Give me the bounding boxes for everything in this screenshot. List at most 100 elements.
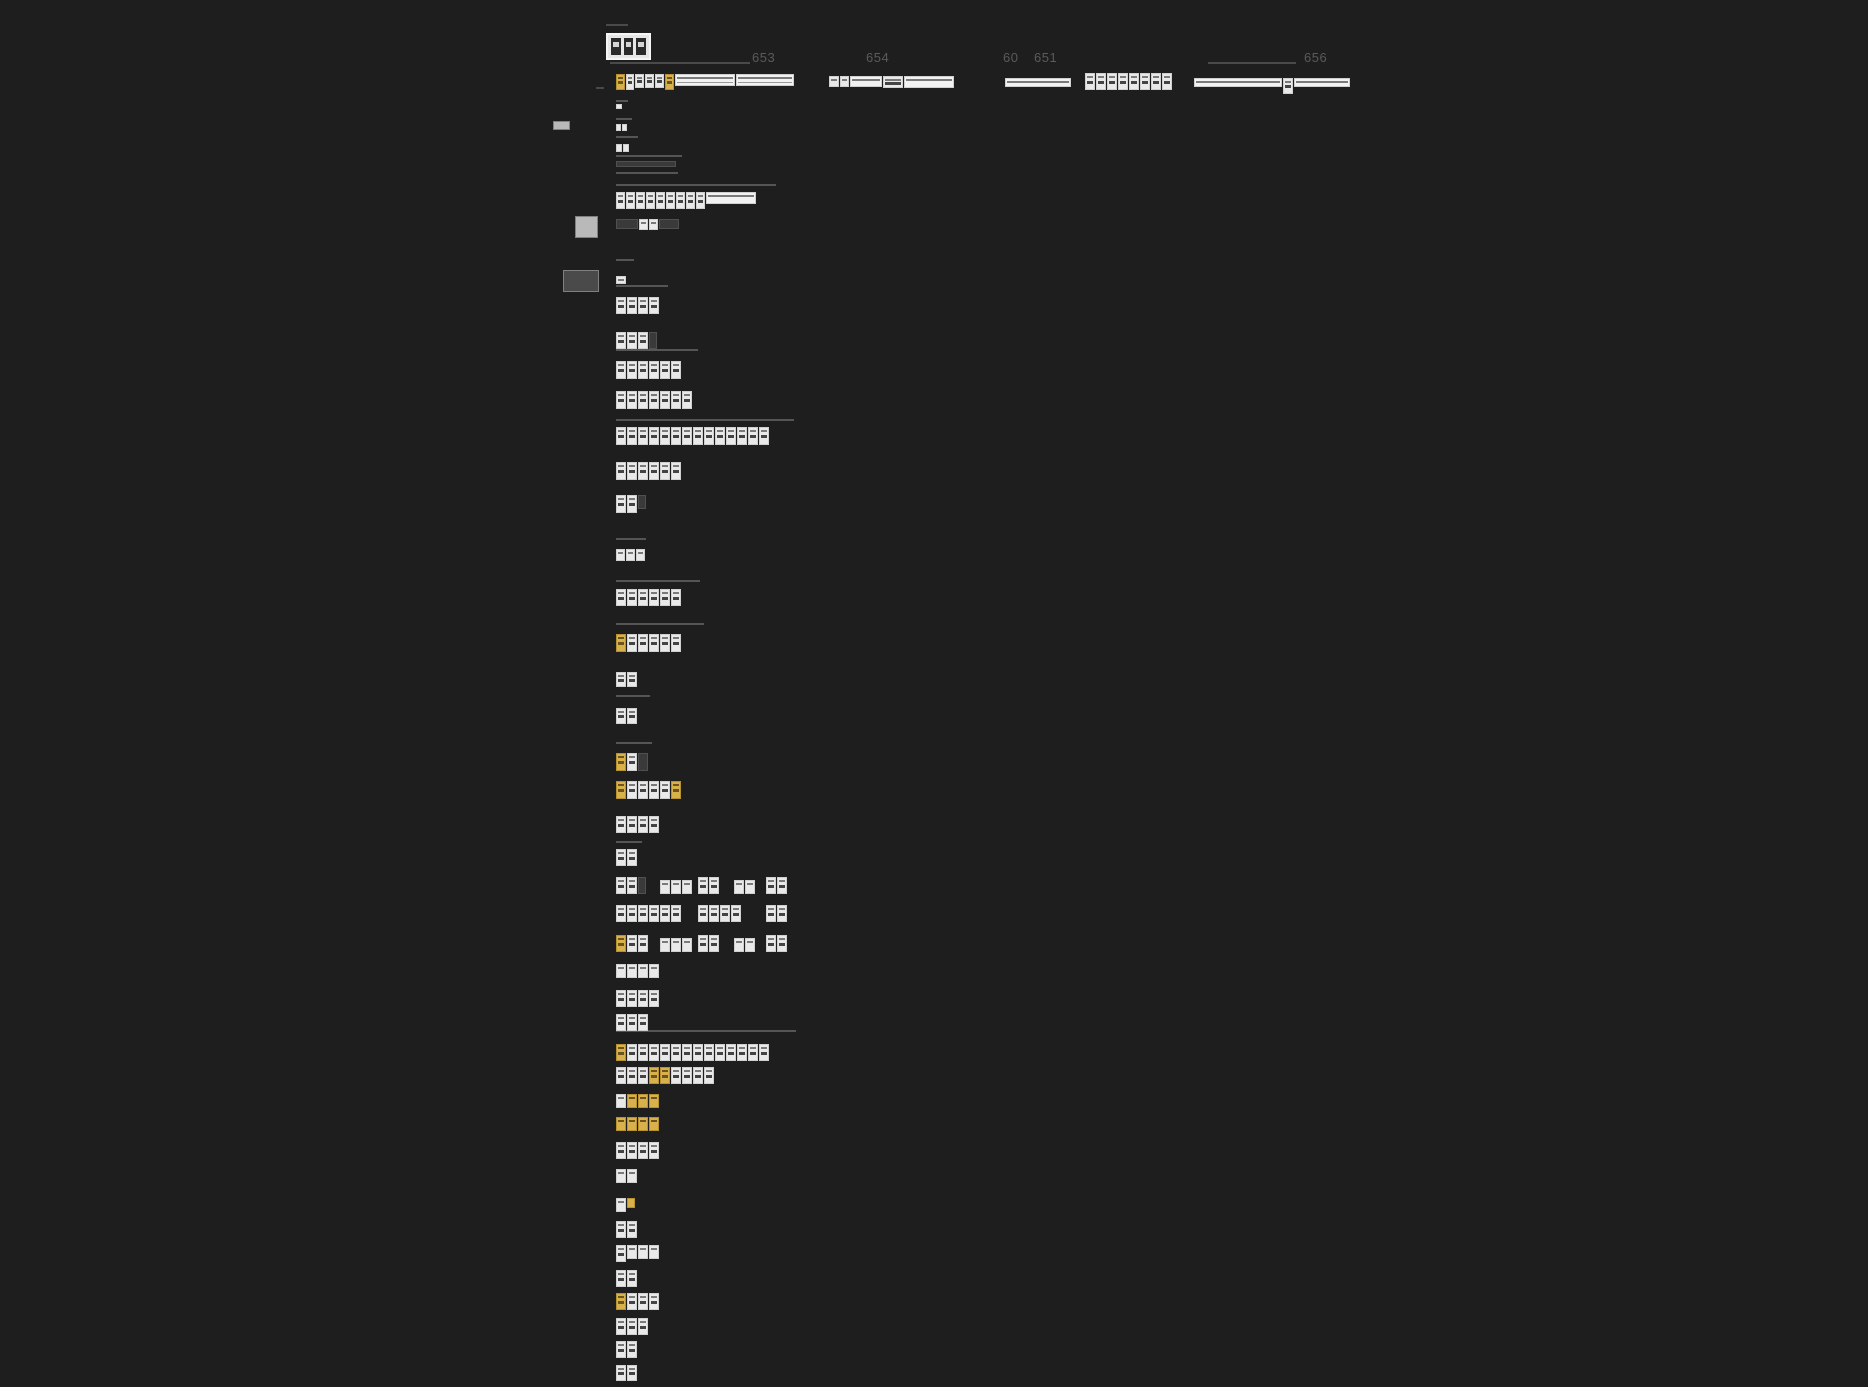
screen-frame[interactable] (671, 1044, 681, 1061)
screen-frame[interactable] (616, 1293, 626, 1310)
screen-frame[interactable] (850, 76, 882, 87)
screen-frame[interactable] (638, 905, 648, 922)
screen-frame[interactable] (649, 1094, 659, 1108)
screen-frame[interactable] (639, 219, 648, 230)
screen-frame[interactable] (627, 1198, 635, 1208)
screen-frame[interactable] (616, 104, 622, 109)
side-thumbnail[interactable] (575, 216, 598, 238)
screen-frame[interactable] (616, 361, 626, 379)
screen-frame[interactable] (626, 192, 635, 209)
screen-frame[interactable] (616, 1270, 626, 1287)
screen-frame[interactable] (627, 1067, 637, 1084)
screen-frame[interactable] (660, 361, 670, 379)
screen-frame[interactable] (1294, 78, 1350, 87)
screen-frame[interactable] (626, 549, 635, 561)
screen-frame[interactable] (1005, 78, 1071, 87)
screen-frame[interactable] (748, 427, 758, 445)
screen-frame[interactable] (636, 192, 645, 209)
screen-frame[interactable] (638, 589, 648, 606)
screen-frame[interactable] (638, 1293, 648, 1310)
screen-frame[interactable] (665, 74, 674, 90)
screen-frame[interactable] (649, 462, 659, 480)
screen-frame[interactable] (623, 144, 629, 152)
screen-frame[interactable] (638, 877, 646, 894)
screen-frame[interactable] (627, 1341, 637, 1358)
screen-frame[interactable] (627, 391, 637, 409)
screen-frame[interactable] (638, 964, 648, 978)
screen-frame[interactable] (660, 427, 670, 445)
screen-frame[interactable] (660, 634, 670, 652)
screen-frame[interactable] (737, 1044, 747, 1061)
screen-frame[interactable] (638, 1245, 648, 1259)
screen-frame[interactable] (616, 427, 626, 445)
screen-frame[interactable] (626, 74, 634, 90)
screen-frame[interactable] (655, 74, 664, 88)
screen-frame[interactable] (627, 753, 637, 771)
screen-frame[interactable] (622, 124, 627, 131)
screen-frame[interactable] (616, 144, 622, 152)
screen-frame[interactable] (627, 495, 637, 513)
screen-frame[interactable] (709, 935, 719, 952)
screen-frame[interactable] (616, 672, 626, 687)
screen-frame[interactable] (627, 1014, 637, 1031)
screen-frame[interactable] (616, 1117, 626, 1131)
screen-frame[interactable] (627, 672, 637, 687)
screen-frame[interactable] (616, 391, 626, 409)
screen-frame[interactable] (682, 1067, 692, 1084)
screen-frame[interactable] (616, 1318, 626, 1335)
screen-frame[interactable] (777, 877, 787, 894)
screen-frame[interactable] (636, 549, 645, 561)
screen-frame[interactable] (616, 495, 626, 513)
screen-frame[interactable] (645, 74, 654, 88)
screen-frame[interactable] (638, 1044, 648, 1061)
screen-frame[interactable] (649, 1044, 659, 1061)
screen-frame[interactable] (638, 1067, 648, 1084)
screen-frame[interactable] (777, 935, 787, 952)
screen-frame[interactable] (720, 905, 730, 922)
screen-frame[interactable] (671, 905, 681, 922)
screen-frame[interactable] (616, 549, 625, 561)
screen-frame[interactable] (638, 332, 648, 349)
screen-frame[interactable] (671, 462, 681, 480)
screen-frame[interactable] (616, 1142, 626, 1159)
screen-frame[interactable] (638, 361, 648, 379)
screen-frame[interactable] (660, 1067, 670, 1084)
screen-frame[interactable] (1151, 73, 1161, 90)
screen-frame[interactable] (676, 192, 685, 209)
screen-frame[interactable] (627, 964, 637, 978)
screen-frame[interactable] (616, 219, 638, 229)
screen-frame[interactable] (616, 1365, 626, 1381)
screen-frame[interactable] (1107, 73, 1117, 90)
screen-frame[interactable] (726, 1044, 736, 1061)
screen-frame[interactable] (766, 905, 776, 922)
screen-frame[interactable] (616, 634, 626, 652)
screen-frame[interactable] (649, 964, 659, 978)
screen-frame[interactable] (1096, 73, 1106, 90)
screen-frame[interactable] (840, 76, 849, 87)
screen-frame[interactable] (704, 1044, 714, 1061)
screen-frame[interactable] (731, 905, 741, 922)
screen-frame[interactable] (616, 1198, 626, 1212)
screen-frame[interactable] (616, 708, 626, 724)
screen-frame[interactable] (616, 849, 626, 866)
screen-frame[interactable] (649, 1245, 659, 1259)
screen-frame[interactable] (1129, 73, 1139, 90)
screen-frame[interactable] (627, 1365, 637, 1381)
screen-frame[interactable] (627, 905, 637, 922)
screen-frame[interactable] (660, 880, 670, 894)
screen-frame[interactable] (616, 1067, 626, 1084)
screen-frame[interactable] (682, 391, 692, 409)
screen-frame[interactable] (649, 219, 658, 230)
screen-frame[interactable] (616, 161, 676, 167)
screen-frame[interactable] (627, 332, 637, 349)
screen-frame[interactable] (638, 297, 648, 314)
screen-frame[interactable] (736, 74, 794, 86)
screen-frame[interactable] (627, 1094, 637, 1108)
screen-frame[interactable] (616, 297, 626, 314)
screen-frame[interactable] (671, 427, 681, 445)
screen-frame[interactable] (777, 905, 787, 922)
screen-frame[interactable] (616, 1014, 626, 1031)
side-thumbnail[interactable] (563, 270, 599, 292)
screen-frame[interactable] (627, 877, 637, 894)
screen-frame[interactable] (704, 1067, 714, 1084)
